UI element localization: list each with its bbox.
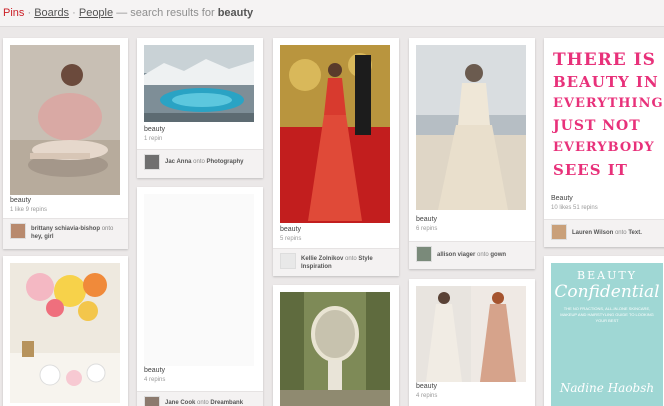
onto-label: onto xyxy=(345,256,357,262)
onto-label: onto xyxy=(614,230,627,236)
book-title-line: BEAUTY xyxy=(577,269,637,282)
pinner-name[interactable]: allison viager xyxy=(437,252,475,258)
board-name[interactable]: hey, girl xyxy=(31,234,54,240)
pinner-name[interactable]: brittany schiavia-bishop xyxy=(31,226,100,232)
onto-label: onto xyxy=(197,400,209,406)
pinner-name[interactable]: Jane Cook xyxy=(165,400,195,406)
pin-attribution[interactable]: Kellie Zolnikov onto Style Inspiration xyxy=(273,248,399,276)
pin-attribution[interactable]: Jac Anna onto Photography xyxy=(137,149,263,178)
board-name[interactable]: gown xyxy=(490,252,506,258)
pin-card[interactable]: beauty 6 repins allison viager onto gown xyxy=(409,38,535,269)
pin-description: beauty xyxy=(144,126,166,133)
results-label: search results for xyxy=(130,7,215,19)
quote-line: EVERYBODY xyxy=(553,140,655,155)
pin-card[interactable]: beauty 1 like 9 repins brittany schiavia… xyxy=(3,38,128,249)
pin-card[interactable]: beauty 5 repins Kellie Zolnikov onto Sty… xyxy=(273,38,399,276)
pin-stats: 5 repins xyxy=(280,236,302,242)
board-name[interactable]: Photography xyxy=(207,159,244,165)
pin-description: beauty xyxy=(144,367,166,374)
pin-card[interactable]: beauty 4 repins xyxy=(409,279,535,406)
pin-card[interactable]: BEAUTY Confidential THE NO FRACTIONS, AL… xyxy=(544,256,664,406)
attribution-text: Kellie Zolnikov onto Style Inspiration xyxy=(301,255,395,271)
pin-attribution[interactable]: Jane Cook onto Dreambank xyxy=(137,391,263,406)
pin-attribution[interactable]: Lauren Wilson onto Text. xyxy=(544,219,664,247)
pin-image[interactable]: BEAUTY Confidential THE NO FRACTIONS, AL… xyxy=(551,263,663,406)
search-nav: Pins · Boards · People — search results … xyxy=(3,7,253,19)
pin-stats: 1 repin xyxy=(144,136,163,142)
attribution-text: Jane Cook onto Dreambank xyxy=(165,399,259,406)
pin-attribution[interactable]: allison viager onto gown xyxy=(409,241,535,269)
pin-image[interactable] xyxy=(416,45,526,210)
onto-label: onto xyxy=(477,252,489,258)
pin-card[interactable]: THERE IS BEAUTY IN EVERYTHING JUST NOT E… xyxy=(544,38,664,247)
board-name[interactable]: Text. xyxy=(628,230,642,236)
nav-separator: · xyxy=(27,7,32,19)
pin-image[interactable] xyxy=(144,45,254,122)
pinner-name[interactable]: Jac Anna xyxy=(165,159,191,165)
pin-card[interactable]: beauty 1 repin Jac Anna onto Photography xyxy=(137,38,263,178)
pin-description: Beauty xyxy=(551,195,573,202)
quote-line: THERE IS xyxy=(553,50,656,70)
book-cover: BEAUTY Confidential THE NO FRACTIONS, AL… xyxy=(551,263,663,406)
pin-attribution[interactable]: brittany schiavia-bishop onto hey, girl xyxy=(3,218,128,249)
search-query: beauty xyxy=(217,7,254,19)
pin-image[interactable]: THERE IS BEAUTY IN EVERYTHING JUST NOT E… xyxy=(551,45,663,190)
two-gowns-photo xyxy=(416,286,526,382)
pin-description: beauty xyxy=(416,383,438,390)
pin-stats: 10 likes 51 repins xyxy=(551,205,598,211)
tab-pins[interactable]: Pins xyxy=(3,7,24,19)
search-nav-bar: Pins · Boards · People — search results … xyxy=(0,0,664,27)
tab-boards[interactable]: Boards xyxy=(34,7,69,19)
pin-stats: 1 like 9 repins xyxy=(10,207,48,213)
pin-image[interactable] xyxy=(10,45,120,195)
quote-line: EVERYTHING xyxy=(553,96,663,111)
pin-card[interactable] xyxy=(3,256,128,406)
garden-mirror-photo xyxy=(280,292,390,406)
avatar[interactable] xyxy=(280,253,296,269)
attribution-text: brittany schiavia-bishop onto hey, girl xyxy=(31,225,124,241)
attribution-text: allison viager onto gown xyxy=(437,251,531,259)
pin-image[interactable] xyxy=(280,292,390,406)
pinner-name[interactable]: Kellie Zolnikov xyxy=(301,256,343,262)
pin-description: beauty xyxy=(280,226,302,233)
pin-image[interactable] xyxy=(144,194,254,366)
quote-artwork: THERE IS BEAUTY IN EVERYTHING JUST NOT E… xyxy=(551,45,663,185)
book-author: Nadine Haobsh xyxy=(559,381,655,395)
attribution-text: Jac Anna onto Photography xyxy=(165,158,259,166)
pinner-name[interactable]: Lauren Wilson xyxy=(572,230,613,236)
onto-label: onto xyxy=(101,226,114,232)
pin-card[interactable]: beauty 4 repins Jane Cook onto Dreambank xyxy=(137,187,263,406)
avatar[interactable] xyxy=(144,154,160,170)
quote-line: SEES IT xyxy=(553,161,628,179)
quote-line: JUST NOT xyxy=(553,118,641,134)
party-balloons-photo xyxy=(10,263,120,403)
red-carpet-photo xyxy=(280,45,390,223)
beach-bride-photo xyxy=(416,45,526,210)
avatar[interactable] xyxy=(10,223,26,239)
pin-stats: 6 repins xyxy=(416,226,438,232)
pin-image[interactable] xyxy=(416,286,526,382)
pin-stats: 4 repins xyxy=(144,377,166,383)
pin-description: beauty xyxy=(416,216,438,223)
tab-people[interactable]: People xyxy=(79,7,113,19)
attribution-text: Lauren Wilson onto Text. xyxy=(572,229,664,237)
avatar[interactable] xyxy=(416,246,432,262)
pin-image[interactable] xyxy=(280,45,390,223)
landscape-pool-photo xyxy=(144,45,254,122)
pin-image[interactable] xyxy=(10,263,120,403)
pin-description: beauty xyxy=(10,197,32,204)
pin-stats: 4 repins xyxy=(416,393,438,399)
nav-separator: · xyxy=(72,7,76,19)
beach-woman-photo xyxy=(10,45,120,195)
book-title-script: Confidential xyxy=(554,282,660,302)
pin-card[interactable] xyxy=(273,285,399,406)
board-name[interactable]: Dreambank xyxy=(210,400,243,406)
onto-label: onto xyxy=(193,159,205,165)
avatar[interactable] xyxy=(144,396,160,406)
book-subtitle: THE NO FRACTIONS, ALL-IN-ONE SKINCARE, M… xyxy=(560,306,654,323)
quote-line: BEAUTY IN xyxy=(553,73,659,91)
nav-dash: — xyxy=(116,7,128,19)
avatar[interactable] xyxy=(551,224,567,240)
